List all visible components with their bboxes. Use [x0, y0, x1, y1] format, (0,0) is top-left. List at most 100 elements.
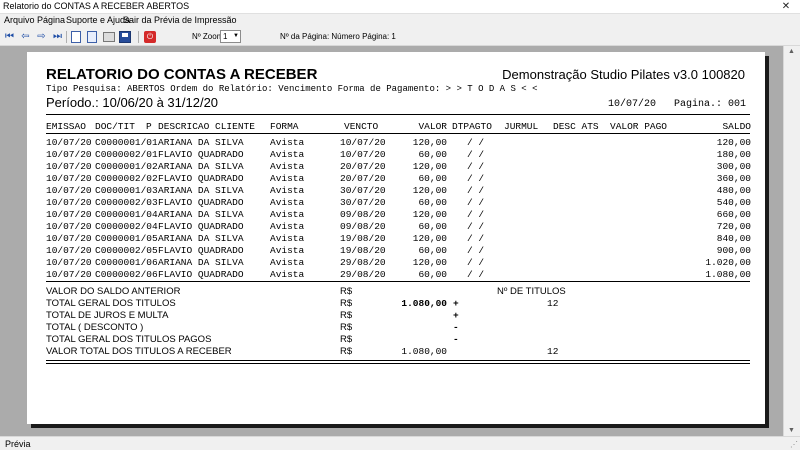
cell-dtpagto: / / [467, 197, 485, 208]
summary-row: TOTAL GERAL DOS TITULOS PAGOS R$ - [27, 334, 765, 345]
menu-arquivo[interactable]: Arquivo [4, 15, 35, 25]
summary-currency: R$ [340, 286, 353, 297]
cell-vencto: 29/08/20 [340, 257, 386, 268]
summary-label: TOTAL GERAL DOS TITULOS [46, 298, 176, 309]
print-icon[interactable] [103, 32, 115, 42]
cell-emissao: 10/07/20 [46, 209, 92, 220]
cell-dtpagto: / / [467, 245, 485, 256]
summary-count: 12 [547, 298, 559, 309]
summary-label: VALOR DO SALDO ANTERIOR [46, 286, 181, 297]
report-title: RELATORIO DO CONTAS A RECEBER [46, 66, 318, 83]
cell-doc: C0000001/03 [95, 185, 158, 196]
cell-doc: C0000002/06 [95, 269, 158, 280]
col-desc-ats: DESC ATS [553, 121, 599, 132]
zoom-select[interactable]: 1 ▼ [220, 30, 241, 43]
two-pages-icon[interactable] [87, 31, 97, 43]
report-page-number: Pagina.: 001 [674, 99, 747, 110]
summary-row: VALOR TOTAL DOS TITULOS A RECEBER R$ 1.0… [27, 346, 765, 357]
summary-sign: - [453, 322, 459, 333]
table-row: 10/07/20 C0000002/01 FLAVIO QUADRADO Avi… [27, 149, 765, 161]
cell-doc: C0000001/02 [95, 161, 158, 172]
cell-valor: 120,00 [412, 257, 447, 268]
cell-vencto: 20/07/20 [340, 173, 386, 184]
cell-emissao: 10/07/20 [46, 197, 92, 208]
menu-suporte-ajuda[interactable]: Suporte e Ajuda [66, 15, 130, 25]
zoom-label: Nº Zoom [192, 32, 224, 41]
previous-page-icon[interactable]: ⇦ [19, 30, 32, 43]
cell-cliente: FLAVIO QUADRADO [158, 269, 244, 280]
table-row: 10/07/20 C0000001/01 ARIANA DA SILVA Avi… [27, 137, 765, 149]
next-page-icon[interactable]: ⇨ [35, 30, 48, 43]
cell-vencto: 20/07/20 [340, 161, 386, 172]
table-row: 10/07/20 C0000002/06 FLAVIO QUADRADO Avi… [27, 269, 765, 281]
summary-sign: + [453, 310, 459, 321]
cell-cliente: FLAVIO QUADRADO [158, 173, 244, 184]
summary-currency: R$ [340, 334, 353, 345]
resize-grip-icon[interactable]: ⋰ [790, 440, 798, 449]
summary-row: TOTAL GERAL DOS TITULOS R$ 1.080,00 + 12 [27, 298, 765, 309]
cell-emissao: 10/07/20 [46, 221, 92, 232]
summary-currency: R$ [340, 310, 353, 321]
cell-saldo: 1.080,00 [705, 269, 751, 280]
menu-pagina[interactable]: Página [37, 15, 65, 25]
cell-forma: Avista [270, 233, 305, 244]
single-page-icon[interactable] [71, 31, 81, 43]
vertical-scrollbar[interactable]: ▲ ▼ [783, 46, 800, 436]
cell-forma: Avista [270, 221, 305, 232]
summary-label: VALOR TOTAL DOS TITULOS A RECEBER [46, 346, 232, 357]
cell-valor: 60,00 [418, 149, 447, 160]
cell-saldo: 840,00 [716, 233, 751, 244]
cell-doc: C0000002/03 [95, 197, 158, 208]
summary-sign: + [453, 298, 459, 309]
cell-forma: Avista [270, 209, 305, 220]
table-row: 10/07/20 C0000001/02 ARIANA DA SILVA Avi… [27, 161, 765, 173]
cell-emissao: 10/07/20 [46, 161, 92, 172]
window-titlebar: Relatorio do CONTAS A RECEBER ABERTOS ✕ [0, 0, 800, 14]
cell-dtpagto: / / [467, 257, 485, 268]
col-saldo: SALDO [722, 121, 751, 132]
cell-dtpagto: / / [467, 137, 485, 148]
close-button[interactable]: ✕ [776, 0, 796, 13]
cell-cliente: ARIANA DA SILVA [158, 161, 244, 172]
cell-valor: 120,00 [412, 233, 447, 244]
cell-emissao: 10/07/20 [46, 137, 92, 148]
cell-emissao: 10/07/20 [46, 233, 92, 244]
cell-dtpagto: / / [467, 173, 485, 184]
cell-forma: Avista [270, 269, 305, 280]
table-row: 10/07/20 C0000002/04 FLAVIO QUADRADO Avi… [27, 221, 765, 233]
save-icon[interactable] [119, 31, 131, 43]
cell-emissao: 10/07/20 [46, 245, 92, 256]
exit-icon[interactable]: ⏻ [144, 31, 156, 43]
rows-divider [46, 281, 750, 282]
columns-divider [46, 133, 750, 134]
cell-saldo: 120,00 [716, 137, 751, 148]
cell-valor: 60,00 [418, 269, 447, 280]
summary-label: TOTAL DE JUROS E MULTA [46, 310, 169, 321]
summary-label: TOTAL ( DESCONTO ) [46, 322, 144, 333]
summary-value: 1.080,00 [401, 346, 447, 357]
scroll-down-icon[interactable]: ▼ [788, 427, 795, 434]
first-page-icon[interactable]: ⏮ [3, 30, 16, 43]
page-number-label: Nº da Página: Número Página: 1 [280, 32, 396, 41]
cell-emissao: 10/07/20 [46, 149, 92, 160]
col-emissao: EMISSAO [46, 121, 86, 132]
cell-valor: 60,00 [418, 197, 447, 208]
summary-value: 1.080,00 [401, 298, 447, 309]
cell-saldo: 180,00 [716, 149, 751, 160]
summary-count: 12 [547, 346, 559, 357]
last-page-icon[interactable]: ⏭ [51, 30, 64, 43]
table-row: 10/07/20 C0000001/05 ARIANA DA SILVA Avi… [27, 233, 765, 245]
footer-divider [46, 360, 750, 361]
menu-sair-previa[interactable]: Sair da Prévia de Impressão [123, 15, 237, 25]
cell-saldo: 360,00 [716, 173, 751, 184]
cell-forma: Avista [270, 245, 305, 256]
cell-forma: Avista [270, 161, 305, 172]
cell-dtpagto: / / [467, 233, 485, 244]
cell-saldo: 300,00 [716, 161, 751, 172]
preview-area[interactable]: RELATORIO DO CONTAS A RECEBER Demonstraç… [0, 46, 800, 436]
cell-doc: C0000001/05 [95, 233, 158, 244]
window-title: Relatorio do CONTAS A RECEBER ABERTOS [3, 1, 190, 11]
summary-sign: - [453, 334, 459, 345]
scroll-up-icon[interactable]: ▲ [788, 48, 795, 55]
table-row: 10/07/20 C0000001/06 ARIANA DA SILVA Avi… [27, 257, 765, 269]
